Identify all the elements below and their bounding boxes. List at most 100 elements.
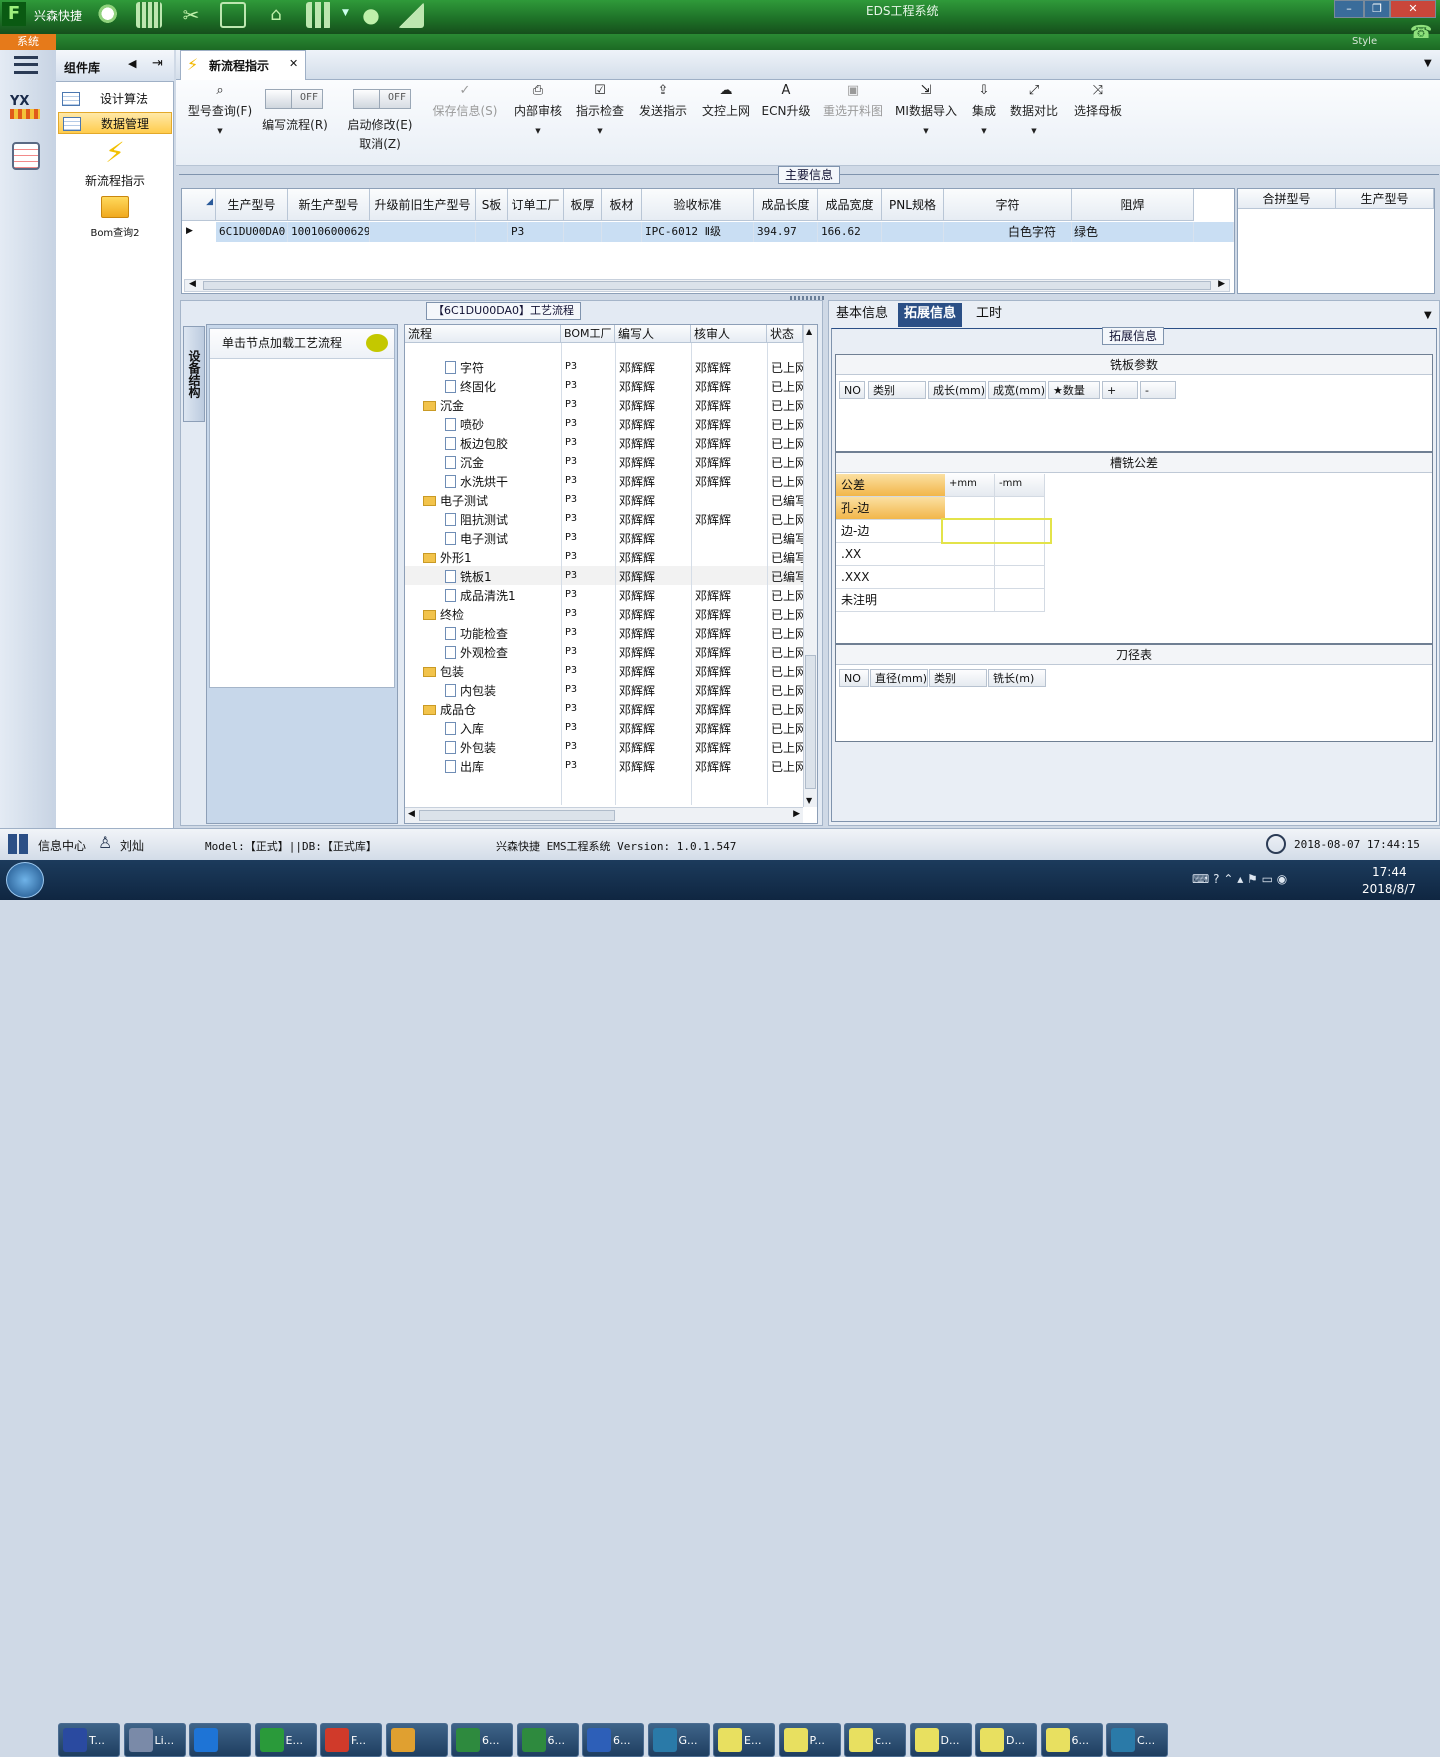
doc-control-online-button[interactable]: ☁ 文控上网 [698, 84, 754, 166]
taskbar-item[interactable]: Li... [123, 1723, 186, 1757]
maximize-button[interactable]: ❐ [1364, 0, 1390, 18]
grid-cell[interactable] [564, 222, 602, 242]
tree-row[interactable]: 铣板1 P3 邓辉辉 已编写 [405, 566, 803, 585]
chevron-down-icon[interactable]: ▼ [342, 8, 349, 18]
remove-row-button[interactable]: - [1140, 381, 1176, 399]
info-center-link[interactable]: 信息中心 [38, 837, 86, 854]
grid-header-cell[interactable]: NO [839, 381, 865, 399]
grid-header-cell[interactable]: 阻焊 [1072, 189, 1194, 221]
tree-row[interactable]: 内包装 P3 邓辉辉 邓辉辉 已上网 [405, 680, 803, 699]
internal-review-button[interactable]: ⎙ 内部审核 ▼ [510, 84, 566, 166]
grid-header-cell[interactable]: PNL规格 [882, 189, 944, 221]
phone-icon[interactable]: ☎ [1410, 22, 1432, 43]
reselect-cutting-map-button[interactable]: ▣ 重选开料图 [820, 84, 886, 166]
taskbar-item[interactable]: D... [975, 1723, 1037, 1757]
tab-dropdown-icon[interactable]: ▼ [1424, 58, 1432, 69]
tray-date[interactable]: 2018/8/7 [1362, 882, 1416, 896]
tree-row[interactable]: 水洗烘干 P3 邓辉辉 邓辉辉 已上网 [405, 471, 803, 490]
tree-row[interactable]: −沉金P3邓辉辉邓辉辉已上网 [405, 395, 803, 414]
tree-row[interactable]: 成品清洗1 P3 邓辉辉 邓辉辉 已上网 [405, 585, 803, 604]
collapse-left-icon[interactable]: ◀ [128, 57, 136, 70]
taskbar-item[interactable]: 6... [582, 1723, 644, 1757]
grid-header-cell[interactable]: 成长(mm) [928, 381, 986, 399]
grid-cell[interactable]: 394.97 [754, 222, 818, 242]
write-process-toggle[interactable]: OFF [265, 89, 323, 109]
taskbar-item[interactable]: 6... [516, 1723, 579, 1757]
grid-header-cell[interactable]: 板厚 [564, 189, 602, 221]
tab-basic-info[interactable]: 基本信息 [830, 303, 894, 327]
grid-icon[interactable] [306, 2, 332, 28]
tray-time[interactable]: 17:44 [1372, 865, 1407, 879]
component-big-new-process[interactable]: ⚡ 新流程指示 [60, 138, 170, 190]
tree-header-bom-factory[interactable]: BOM工厂 [561, 325, 615, 343]
tree-row[interactable]: 外观检查 P3 邓辉辉 邓辉辉 已上网 [405, 642, 803, 661]
minimize-button[interactable]: – [1334, 0, 1364, 18]
tree-row[interactable]: 入库 P3 邓辉辉 邓辉辉 已上网 [405, 718, 803, 737]
document-tab-new-process[interactable]: ⚡ 新流程指示 ✕ [180, 50, 306, 80]
chart-icon[interactable] [398, 2, 424, 28]
grid-header-cell[interactable]: 板材 [602, 189, 642, 221]
grid-header-cell[interactable]: 新生产型号 [288, 189, 370, 221]
tree-row[interactable]: −终检P3邓辉辉邓辉辉已上网 [405, 604, 803, 623]
grid-header-cell[interactable]: S板 [476, 189, 508, 221]
grid-header-cell[interactable]: 成品长度 [754, 189, 818, 221]
tree-row[interactable]: 终固化 P3 邓辉辉 邓辉辉 已上网 [405, 376, 803, 395]
taskbar-item[interactable]: F... [320, 1723, 382, 1757]
yx-factory-icon[interactable]: YX [10, 94, 44, 126]
tree-header-reviewer[interactable]: 核审人 [691, 325, 767, 343]
grid-cell[interactable] [370, 222, 476, 242]
tree-row[interactable]: 功能检查 P3 邓辉辉 邓辉辉 已上网 [405, 623, 803, 642]
taskbar-item[interactable] [385, 1723, 448, 1757]
style-label[interactable]: Style [1352, 36, 1377, 47]
taskbar-item[interactable]: C... [1106, 1723, 1168, 1757]
system-menu-tab[interactable]: 系统 [0, 34, 56, 50]
start-modify-toggle[interactable]: OFF [353, 89, 411, 109]
grid-header-cell[interactable]: 成宽(mm) [988, 381, 1046, 399]
tab-dropdown-icon[interactable]: ▼ [1424, 310, 1432, 321]
tab-work-hours[interactable]: 工时 [970, 303, 1008, 327]
grid-header-cell[interactable]: 生产型号 [1336, 189, 1434, 209]
calendar-icon[interactable] [12, 142, 40, 170]
horizontal-scrollbar[interactable]: ◀ ▶ [184, 279, 1230, 292]
taskbar-item[interactable] [189, 1723, 251, 1757]
component-item-data-management[interactable]: 数据管理 [58, 112, 172, 134]
grid-header-cell[interactable]: 升级前旧生产型号 [370, 189, 476, 221]
tab-extended-info[interactable]: 拓展信息 [898, 303, 963, 327]
grid-cell[interactable]: 6C1DU00DA0 [216, 222, 288, 242]
taskbar-item[interactable]: P... [778, 1723, 841, 1757]
tree-row[interactable]: 阻抗测试 P3 邓辉辉 邓辉辉 已上网 [405, 509, 803, 528]
mi-data-import-button[interactable]: ⇲ MI数据导入 ▼ [892, 84, 960, 166]
save-info-button[interactable]: ✓ 保存信息(S) [428, 84, 502, 166]
grid-header-cell[interactable]: 生产型号 [216, 189, 288, 221]
start-button[interactable] [6, 862, 44, 898]
tree-row[interactable]: −电子测试P3邓辉辉已编写 [405, 490, 803, 509]
tray-icons[interactable]: ⌨ ? ⌃ ▴ ⚑ ▭ ◉ [1192, 872, 1287, 886]
grid-cell[interactable]: P3 [508, 222, 564, 242]
tree-header-writer[interactable]: 编写人 [615, 325, 691, 343]
menu-hamburger-icon[interactable] [14, 56, 38, 74]
grid-cell[interactable]: 10010600062984 [288, 222, 370, 242]
grid-cell[interactable] [476, 222, 508, 242]
grid-header-cell[interactable]: 类别 [868, 381, 926, 399]
tolerance-minus-cell[interactable] [995, 543, 1045, 566]
tree-header-status[interactable]: 状态 [767, 325, 803, 343]
taskbar-item[interactable]: D... [909, 1723, 972, 1757]
equipment-structure-tab[interactable]: 设备结构 [183, 326, 205, 422]
tolerance-plus-cell[interactable] [945, 566, 995, 589]
grid-header-cell[interactable]: 铣长(m) [988, 669, 1046, 687]
tolerance-plus-cell[interactable] [945, 543, 995, 566]
taskbar-item[interactable]: E... [254, 1723, 317, 1757]
grid-header-cell[interactable]: NO [839, 669, 869, 687]
grid-corner[interactable]: ◢ [182, 189, 216, 221]
select-master-board-button[interactable]: ⤨ 选择母板 [1070, 84, 1126, 166]
integration-button[interactable]: ⇩ 集成 ▼ [966, 84, 1002, 166]
tree-row[interactable]: 板边包胶 P3 邓辉辉 邓辉辉 已上网 [405, 433, 803, 452]
tolerance-minus-cell[interactable] [995, 566, 1045, 589]
model-query-button[interactable]: ⌕ 型号查询(F) ▼ [182, 84, 258, 166]
tree-row[interactable]: 电子测试 P3 邓辉辉 已编写 [405, 528, 803, 547]
horizontal-scrollbar[interactable]: ◀ ▶ [405, 807, 803, 823]
ecn-upgrade-button[interactable]: A ECN升级 [760, 84, 812, 166]
component-item-design-algorithm[interactable]: 设计算法 [58, 88, 172, 110]
tolerance-plus-cell[interactable] [945, 497, 995, 520]
grid-cell[interactable]: 166.62 [818, 222, 882, 242]
